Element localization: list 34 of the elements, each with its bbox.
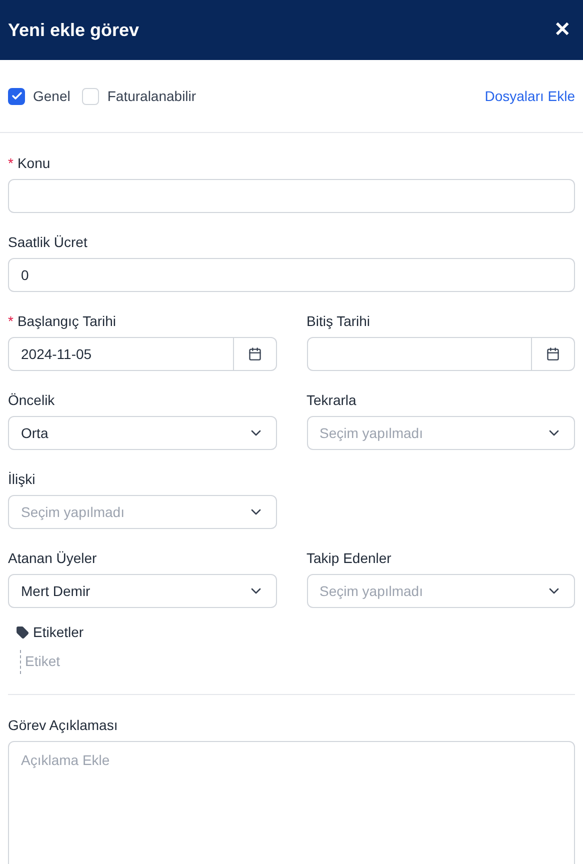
description-field[interactable]: Açıklama Ekle <box>8 741 575 864</box>
date-field[interactable] <box>306 337 532 371</box>
close-button[interactable]: ✕ <box>554 16 571 44</box>
select-dropdown[interactable]: Orta <box>8 416 276 450</box>
field-label: Konu <box>17 154 50 173</box>
field-label: Takip Edenler <box>306 549 392 568</box>
text-field[interactable] <box>8 179 575 213</box>
field-label: İlişki <box>8 470 36 489</box>
calendar-button[interactable] <box>532 337 575 371</box>
field-label: Başlangıç Tarihi <box>17 312 116 331</box>
required-mark: * <box>8 154 14 173</box>
date-field[interactable]: 2024-11-05 <box>8 337 234 371</box>
required-mark: * <box>8 312 14 331</box>
attach-files-link[interactable]: Dosyaları Ekle <box>484 86 575 106</box>
description-label: Görev Açıklaması <box>8 716 118 735</box>
field-label: Saatlik Ücret <box>8 233 88 252</box>
checkmark-icon <box>10 90 22 102</box>
calendar-icon <box>546 347 560 361</box>
checkbox[interactable] <box>82 88 100 104</box>
checkbox-label: Genel <box>33 87 70 106</box>
field-label: Atanan Üyeler <box>8 549 97 568</box>
checkbox[interactable] <box>8 88 25 104</box>
text-field[interactable]: 0 <box>8 258 575 292</box>
calendar-button[interactable] <box>234 337 276 371</box>
field-label: Bitiş Tarihi <box>306 312 370 331</box>
tag-input[interactable]: Etiket <box>25 651 185 671</box>
field-label: Öncelik <box>8 391 55 410</box>
field-label: Tekrarla <box>306 391 356 410</box>
tag-icon <box>16 626 29 638</box>
dialog-title: Yeni ekle görev <box>8 19 140 42</box>
select-dropdown[interactable]: Mert Demir <box>8 574 276 608</box>
checkbox-label: Faturalanabilir <box>107 87 196 106</box>
calendar-icon <box>248 347 262 361</box>
tags-label: Etiketler <box>33 623 84 642</box>
